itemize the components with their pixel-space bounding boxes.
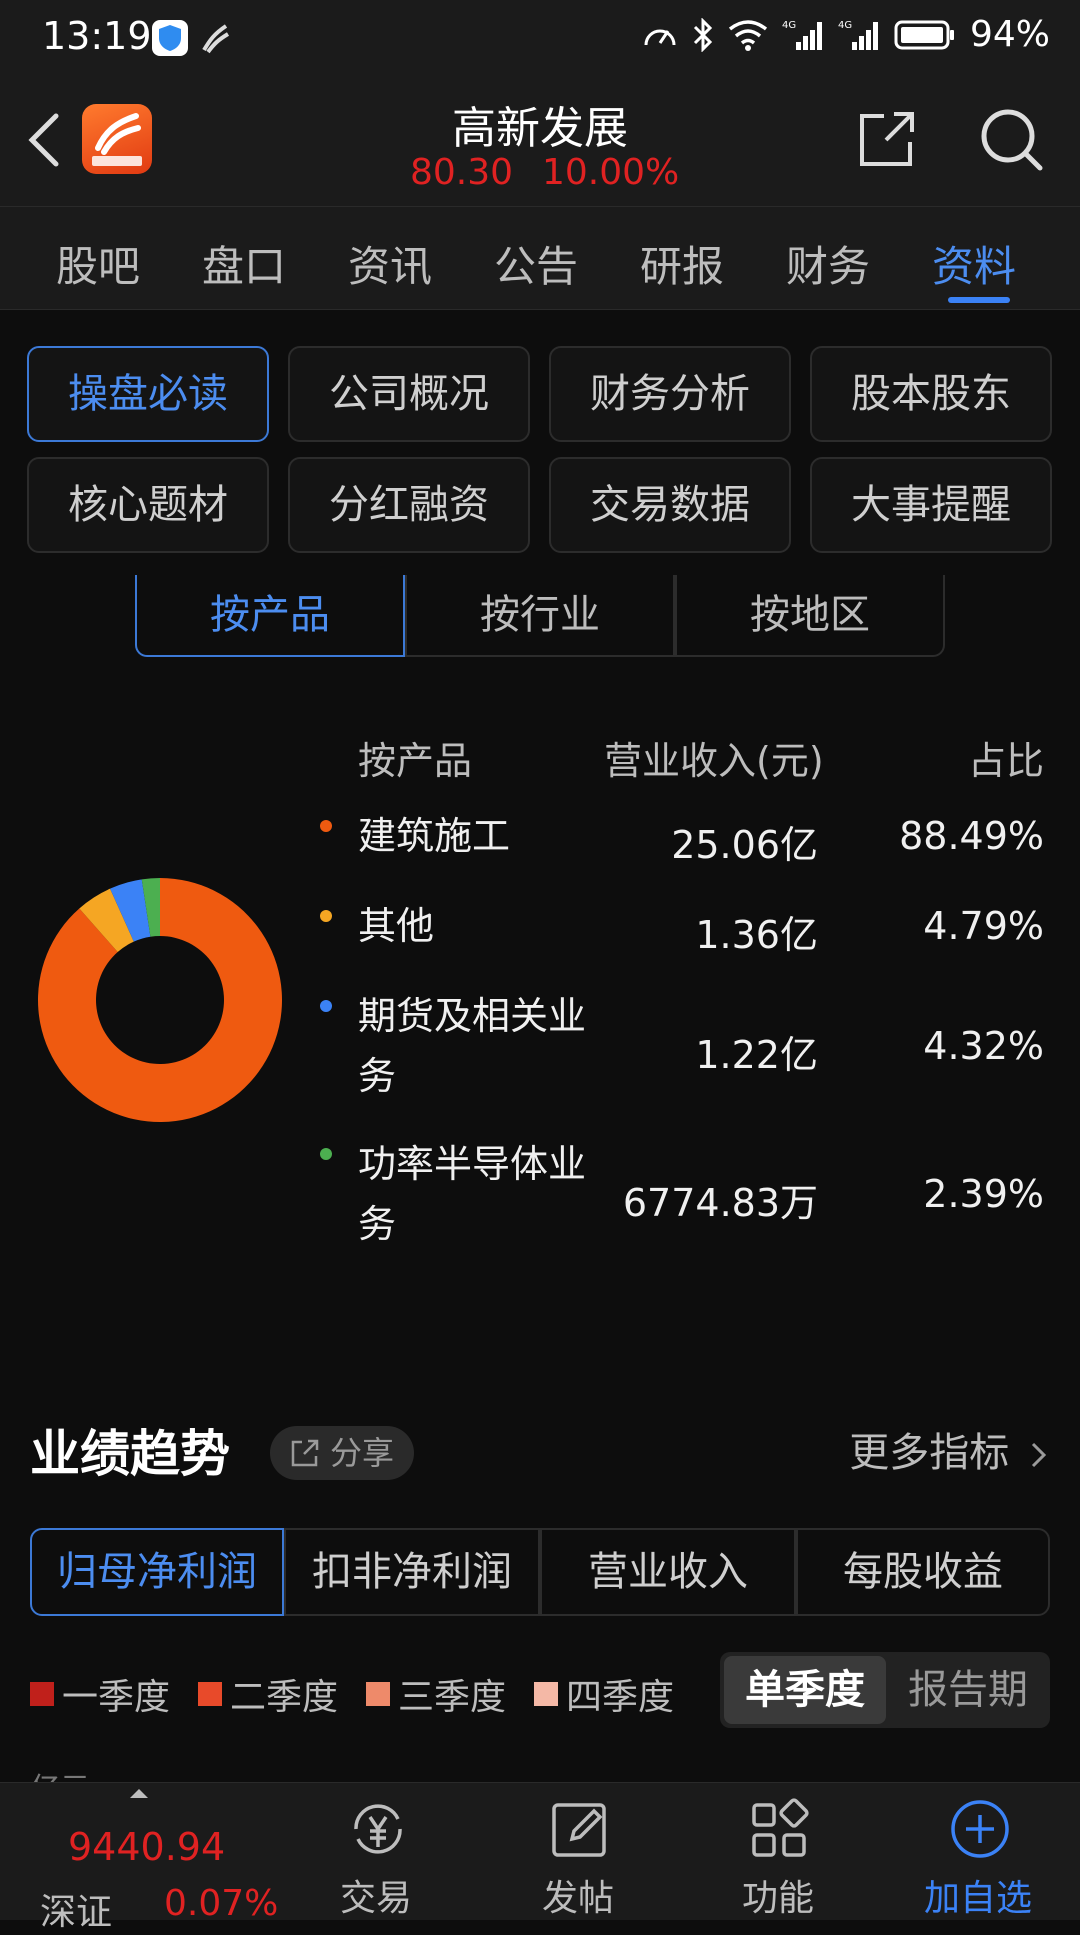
nav-functions-label: 功能 xyxy=(741,1878,814,1919)
table-header-revenue: 营业收入(元) xyxy=(604,739,824,783)
share-button[interactable]: 分享 xyxy=(270,1426,414,1480)
legend-q3: 三季度 xyxy=(366,1668,506,1720)
page-title: 高新发展 xyxy=(452,103,628,154)
toggle-single-quarter[interactable]: 单季度 xyxy=(724,1656,886,1724)
status-right: 4G 4G 94% xyxy=(642,14,1050,55)
legend-swatch-q2 xyxy=(198,1682,222,1706)
signal-icon-2: 4G xyxy=(838,20,878,50)
signal-icon-1: 4G xyxy=(782,20,822,50)
row-name-futures: 期货及相关业务 xyxy=(358,994,587,1098)
yen-icon xyxy=(354,1804,402,1854)
table-header-ratio: 占比 xyxy=(967,739,1044,783)
nav-post-label: 发帖 xyxy=(541,1878,614,1919)
app-notify-icon xyxy=(200,22,230,60)
stock-change: 10.00% xyxy=(542,152,680,193)
legend-dot-semiconductor xyxy=(320,1148,332,1160)
row-value-semiconductor: 6774.83万 xyxy=(622,1181,818,1225)
tab-announcement[interactable]: 公告 xyxy=(494,233,578,294)
stock-header: 高新发展 80.30 10.00% xyxy=(0,80,1080,206)
tab-finance[interactable]: 财务 xyxy=(786,233,870,294)
legend-label-q2: 二季度 xyxy=(230,1677,339,1718)
legend-swatch-q3 xyxy=(366,1682,390,1706)
btn-must-read[interactable]: 操盘必读 xyxy=(27,346,269,442)
status-bar: 13:19 4G 4G 94% xyxy=(0,0,1080,80)
chevron-right-icon xyxy=(1031,1442,1047,1468)
legend-dot-construction xyxy=(320,820,332,832)
wifi-icon xyxy=(728,19,768,51)
index-name[interactable]: 深证 xyxy=(40,1883,112,1935)
row-pct-construction: 88.49% xyxy=(899,814,1044,858)
btn-major-events[interactable]: 大事提醒 xyxy=(810,457,1052,553)
seg-by-industry[interactable]: 按行业 xyxy=(405,575,675,657)
row-value-other: 1.36亿 xyxy=(695,913,818,957)
tab-indicator xyxy=(948,297,1010,303)
legend-q2: 二季度 xyxy=(198,1668,338,1720)
add-circle-icon xyxy=(951,1800,1009,1858)
table-header-product: 按产品 xyxy=(358,739,473,783)
tab-net-profit[interactable]: 归母净利润 xyxy=(30,1528,284,1616)
edit-icon xyxy=(552,1803,606,1857)
shield-icon xyxy=(152,20,188,56)
legend-dot-other xyxy=(320,910,332,922)
index-change[interactable]: 0.07% xyxy=(164,1883,278,1924)
row-value-futures: 1.22亿 xyxy=(695,1033,818,1077)
btn-financial-analysis[interactable]: 财务分析 xyxy=(549,346,791,442)
seg-by-product[interactable]: 按产品 xyxy=(135,575,405,657)
share-label: 分享 xyxy=(330,1434,395,1472)
nav-add-watchlist-label: 加自选 xyxy=(923,1878,1032,1919)
share-icon[interactable] xyxy=(856,108,918,174)
stock-price: 80.30 xyxy=(410,152,514,193)
seg-by-region[interactable]: 按地区 xyxy=(675,575,945,657)
revenue-donut-chart xyxy=(38,878,283,1122)
legend-swatch-q4 xyxy=(534,1682,558,1706)
row-value-construction: 25.06亿 xyxy=(671,823,818,867)
nav-trade-label: 交易 xyxy=(339,1878,412,1919)
legend-label-q4: 四季度 xyxy=(566,1677,675,1718)
bottom-nav: 9440.94 深证 0.07% 交易 发帖 功能 加自选 xyxy=(0,1782,1080,1933)
legend-q4: 四季度 xyxy=(534,1668,674,1720)
tab-research[interactable]: 研报 xyxy=(640,233,724,294)
speed-icon xyxy=(644,29,676,45)
tab-news[interactable]: 资讯 xyxy=(348,233,432,294)
legend-q1: 一季度 xyxy=(30,1668,170,1720)
row-pct-other: 4.79% xyxy=(923,904,1044,948)
grid-icon xyxy=(752,1798,809,1857)
row-pct-semiconductor: 2.39% xyxy=(923,1172,1044,1216)
bluetooth-icon xyxy=(693,17,713,52)
search-icon[interactable] xyxy=(978,106,1046,178)
tab-revenue[interactable]: 营业收入 xyxy=(540,1528,796,1616)
row-pct-futures: 4.32% xyxy=(923,1024,1044,1068)
svg-text:4G: 4G xyxy=(782,20,796,31)
btn-core-themes[interactable]: 核心题材 xyxy=(27,457,269,553)
battery-icon xyxy=(894,20,954,49)
tab-profile[interactable]: 资料 xyxy=(932,233,1016,294)
legend-swatch-q1 xyxy=(30,1682,54,1706)
btn-trading-data[interactable]: 交易数据 xyxy=(549,457,791,553)
legend-dot-futures xyxy=(320,1000,332,1012)
tab-guba[interactable]: 股吧 xyxy=(56,233,140,294)
btn-dividend-financing[interactable]: 分红融资 xyxy=(288,457,530,553)
row-name-semiconductor: 功率半导体业务 xyxy=(358,1142,587,1246)
status-time: 13:19 xyxy=(42,14,152,58)
main-tabs: 股吧 盘口 资讯 公告 研报 财务 资料 xyxy=(0,206,1080,310)
trend-title: 业绩趋势 xyxy=(30,1425,230,1483)
row-name-other: 其他 xyxy=(358,904,435,948)
index-value[interactable]: 9440.94 xyxy=(68,1825,225,1869)
tab-eps[interactable]: 每股收益 xyxy=(796,1528,1050,1616)
tab-pankou[interactable]: 盘口 xyxy=(202,233,286,294)
share-small-icon xyxy=(291,1439,319,1467)
caret-up-icon xyxy=(130,1789,148,1798)
legend-label-q1: 一季度 xyxy=(62,1677,171,1718)
more-metrics-link[interactable]: 更多指标 xyxy=(849,1420,1050,1478)
battery-level: 94% xyxy=(969,14,1050,55)
tab-deducted-profit[interactable]: 扣非净利润 xyxy=(284,1528,540,1616)
btn-shareholders[interactable]: 股本股东 xyxy=(810,346,1052,442)
row-name-construction: 建筑施工 xyxy=(358,814,511,858)
btn-company-overview[interactable]: 公司概况 xyxy=(288,346,530,442)
more-metrics-label: 更多指标 xyxy=(849,1430,1010,1476)
legend-label-q3: 三季度 xyxy=(398,1677,507,1718)
svg-text:4G: 4G xyxy=(838,20,852,31)
period-toggle: 单季度 报告期 xyxy=(720,1652,1050,1728)
toggle-report-period[interactable]: 报告期 xyxy=(890,1656,1046,1724)
